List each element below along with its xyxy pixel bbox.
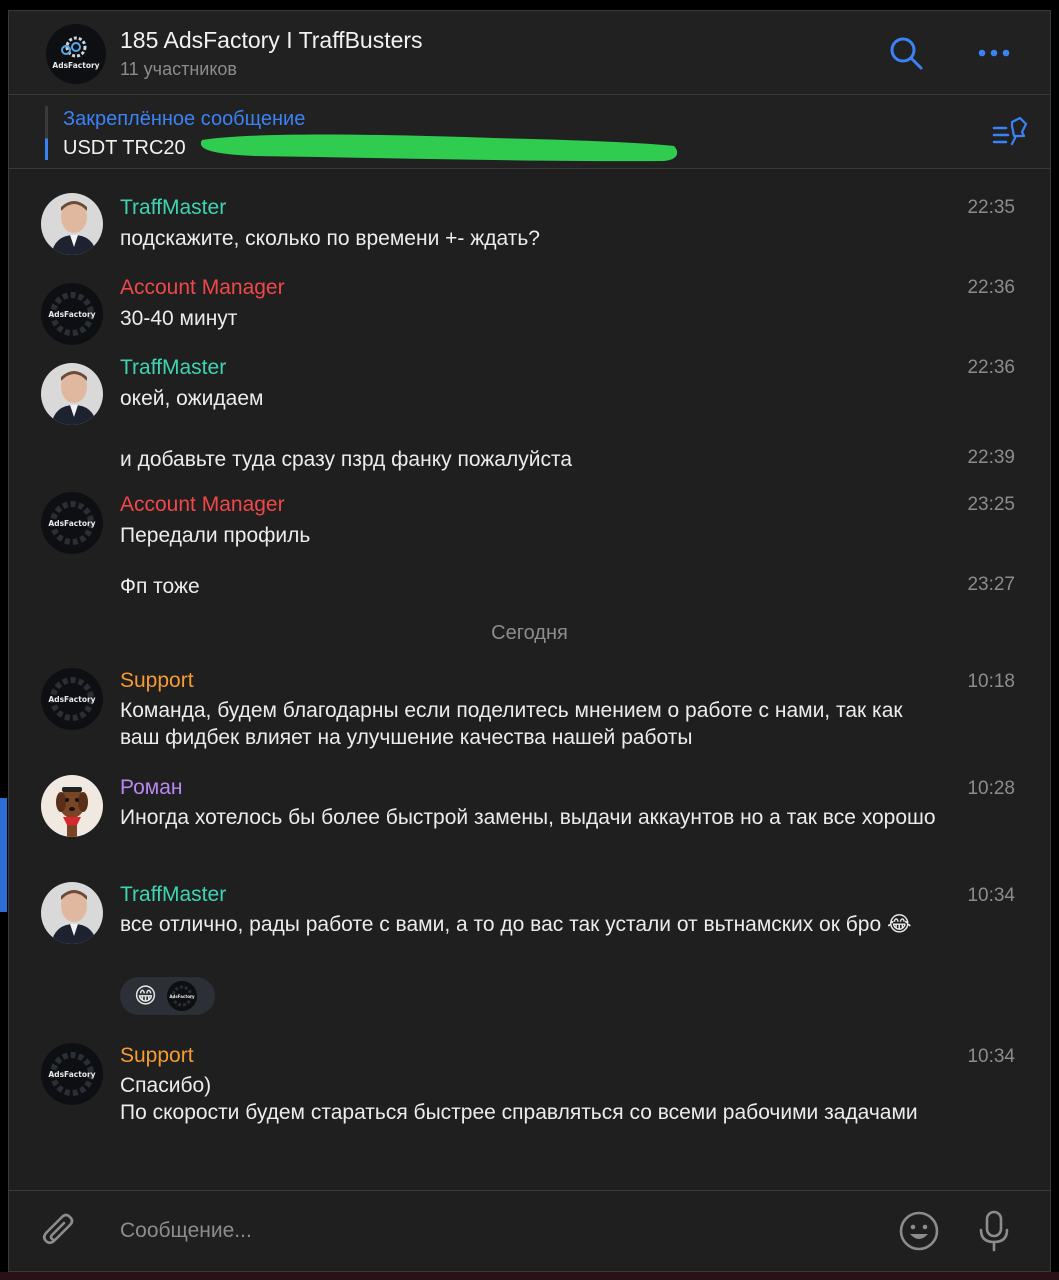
message-time: 22:36 bbox=[967, 277, 1015, 298]
message-time: 10:34 bbox=[967, 885, 1015, 906]
date-separator: Сегодня bbox=[491, 622, 568, 644]
attach-icon bbox=[42, 1213, 74, 1245]
message-time: 10:34 bbox=[967, 1046, 1015, 1067]
message-text: Фп тоже bbox=[120, 575, 200, 598]
attach-button[interactable] bbox=[37, 1209, 81, 1253]
redaction-mark bbox=[200, 134, 678, 162]
chat-window: AdsFactory 185 AdsFactory I TraffBusters… bbox=[8, 10, 1051, 1272]
message-text: и добавьте туда сразу пзрд фанку пожалуй… bbox=[120, 448, 573, 471]
message-text: 30-40 минут bbox=[120, 307, 238, 330]
sender-name[interactable]: Account Manager bbox=[120, 276, 285, 300]
message-time: 22:39 bbox=[967, 447, 1015, 468]
message-text: окей, ожидаем bbox=[120, 387, 264, 410]
mic-icon bbox=[979, 1210, 1009, 1252]
avatar-support[interactable]: AdsFactory bbox=[41, 668, 103, 730]
message-text: все отлично, рады работе с вами, а то до… bbox=[120, 913, 912, 936]
avatar-traffmaster[interactable] bbox=[41, 882, 103, 944]
message-text: Иногда хотелось бы более быстрой замены,… bbox=[120, 806, 936, 829]
search-icon bbox=[890, 37, 923, 70]
sender-name[interactable]: TraffMaster bbox=[120, 883, 226, 907]
avatar-roman[interactable] bbox=[41, 775, 103, 837]
chat-header: AdsFactory 185 AdsFactory I TraffBusters… bbox=[9, 11, 1050, 95]
svg-text:AdsFactory: AdsFactory bbox=[48, 310, 95, 319]
search-button[interactable] bbox=[886, 33, 926, 73]
chat-title[interactable]: 185 AdsFactory I TraffBusters bbox=[120, 27, 423, 54]
svg-text:AdsFactory: AdsFactory bbox=[48, 1070, 95, 1079]
sidebar-edge-indicator bbox=[0, 798, 7, 912]
avatar-support[interactable]: AdsFactory bbox=[41, 1043, 103, 1105]
pinned-title: Закреплённое сообщение bbox=[63, 108, 306, 130]
message-text: Передали профиль bbox=[120, 524, 311, 547]
message-time: 10:28 bbox=[967, 778, 1015, 799]
message-text: Команда, будем благодарны если поделитес… bbox=[120, 699, 903, 749]
avatar-traffmaster[interactable] bbox=[41, 193, 103, 255]
group-avatar[interactable]: AdsFactory bbox=[46, 24, 106, 84]
more-icon bbox=[978, 49, 1010, 57]
message-text: Спасибо) По скорости будем стараться быс… bbox=[120, 1074, 918, 1124]
sender-name[interactable]: Support bbox=[120, 1044, 194, 1068]
pinned-list-button[interactable] bbox=[992, 116, 1028, 150]
pinned-message-bar[interactable]: Закреплённое сообщение USDT TRC20 bbox=[9, 96, 1050, 169]
svg-text:AdsFactory: AdsFactory bbox=[48, 519, 95, 528]
message-time: 22:35 bbox=[967, 197, 1015, 218]
reaction-emoji: 😁 bbox=[134, 983, 157, 1008]
emoji-button[interactable] bbox=[897, 1209, 941, 1253]
reactor-avatar: AdsFactory bbox=[166, 981, 197, 1011]
reaction-chip[interactable]: 😁 AdsFactory bbox=[120, 977, 215, 1015]
sender-name[interactable]: Support bbox=[120, 669, 194, 693]
sender-name[interactable]: TraffMaster bbox=[120, 196, 226, 220]
sender-name[interactable]: TraffMaster bbox=[120, 356, 226, 380]
avatar-account-manager[interactable]: AdsFactory bbox=[41, 492, 103, 554]
emoji-icon bbox=[899, 1211, 939, 1251]
member-count[interactable]: 11 участников bbox=[120, 59, 237, 80]
svg-text:AdsFactory: AdsFactory bbox=[48, 695, 95, 704]
sender-name[interactable]: Роман bbox=[120, 776, 182, 800]
window-bottom-edge bbox=[0, 1272, 1059, 1280]
message-time: 10:18 bbox=[967, 671, 1015, 692]
pin-list-icon bbox=[992, 116, 1028, 146]
message-composer: Сообщение... bbox=[9, 1190, 1050, 1271]
message-time: 22:36 bbox=[967, 357, 1015, 378]
message-list[interactable]: TraffMaster подскажите, сколько по време… bbox=[9, 170, 1050, 1190]
sender-name[interactable]: Account Manager bbox=[120, 493, 285, 517]
svg-text:AdsFactory: AdsFactory bbox=[52, 61, 99, 70]
avatar-traffmaster[interactable] bbox=[41, 363, 103, 425]
avatar-account-manager[interactable]: AdsFactory bbox=[41, 283, 103, 345]
voice-button[interactable] bbox=[972, 1209, 1016, 1253]
more-button[interactable] bbox=[974, 33, 1014, 73]
svg-text:AdsFactory: AdsFactory bbox=[169, 994, 195, 999]
pinned-text: USDT TRC20 bbox=[63, 137, 186, 159]
message-time: 23:27 bbox=[967, 574, 1015, 595]
pinned-indicator bbox=[45, 106, 48, 160]
message-time: 23:25 bbox=[967, 494, 1015, 515]
message-input[interactable]: Сообщение... bbox=[120, 1219, 252, 1243]
message-text: подскажите, сколько по времени +- ждать? bbox=[120, 227, 540, 250]
